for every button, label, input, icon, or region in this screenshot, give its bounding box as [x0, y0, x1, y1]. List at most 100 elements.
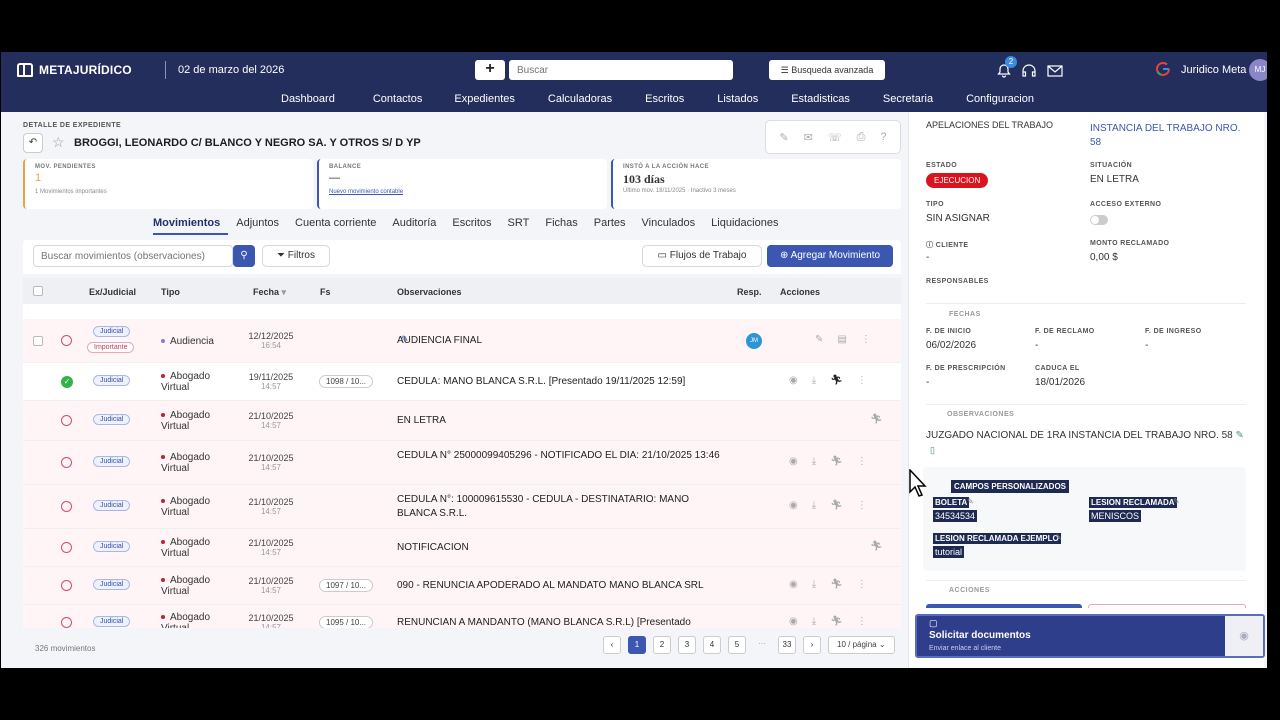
- action-button-primary[interactable]: [926, 604, 1082, 608]
- card-inactivity[interactable]: INSTÓ A LA ACCIÓN HACE 103 días Último m…: [611, 159, 901, 209]
- workflows-button[interactable]: ▭ Flujos de Trabajo: [642, 245, 762, 267]
- eye-icon[interactable]: ◉: [789, 500, 798, 511]
- external-access-toggle[interactable]: [1090, 215, 1108, 225]
- headset-icon[interactable]: [1021, 64, 1037, 78]
- tab-auditoria[interactable]: Auditoría: [392, 217, 444, 235]
- nav-expedientes[interactable]: Expedientes: [454, 93, 515, 105]
- observacion-text[interactable]: CEDULA N°: 100009615530 - CEDULA - DESTI…: [397, 493, 727, 521]
- add-plus-button[interactable]: +: [475, 60, 505, 80]
- edit-icon[interactable]: ✎: [1236, 430, 1244, 441]
- page-1[interactable]: 1: [628, 636, 646, 654]
- page-2[interactable]: 2: [653, 636, 671, 654]
- col-observaciones[interactable]: Observaciones: [397, 287, 462, 297]
- add-movement-button[interactable]: ⊕ Agregar Movimiento: [767, 245, 893, 267]
- edit-icon[interactable]: ✎: [779, 131, 788, 144]
- observacion-text[interactable]: NOTIFICACION: [397, 541, 727, 555]
- eye-icon[interactable]: ◉: [789, 579, 798, 590]
- search-button[interactable]: ⚲: [233, 245, 255, 267]
- table-row[interactable]: Judicial Importante Audiencia 12/12/2025 16:…: [23, 319, 901, 363]
- nav-escritos[interactable]: Escritos: [645, 93, 684, 105]
- back-button[interactable]: ↶: [23, 133, 43, 153]
- eye-icon[interactable]: ◉: [1225, 616, 1263, 656]
- download-icon[interactable]: ⤓: [812, 579, 816, 590]
- edit-icon[interactable]: ✎: [1173, 497, 1180, 506]
- table-row[interactable]: Judicial Abogado Virtual 21/10/2025 14:57 NO…: [23, 529, 901, 567]
- edit-icon[interactable]: ✎: [815, 334, 823, 345]
- tab-movimientos[interactable]: Movimientos: [153, 217, 229, 235]
- next-page-button[interactable]: ›: [803, 636, 821, 654]
- filters-button[interactable]: ⏷ Filtros: [262, 245, 330, 267]
- observacion-text[interactable]: AUDIENCIA FINAL: [397, 334, 727, 348]
- tab-escritos[interactable]: Escritos: [452, 217, 499, 235]
- col-fs[interactable]: Fs: [320, 287, 331, 297]
- tab-liquidaciones[interactable]: Liquidaciones: [711, 217, 786, 235]
- observacion-text[interactable]: CEDULA N° 25000099405296 - NOTIFICADO EL…: [397, 449, 727, 463]
- table-row[interactable]: Judicial Abogado Virtual 21/10/202514:57 10…: [23, 605, 901, 628]
- note-icon[interactable]: ▤: [837, 334, 846, 345]
- nav-listados[interactable]: Listados: [717, 93, 758, 105]
- phone-icon[interactable]: ☏: [828, 131, 842, 144]
- user-avatar[interactable]: MJ: [1249, 59, 1267, 81]
- select-all-checkbox[interactable]: [33, 286, 43, 296]
- movements-search-input[interactable]: [33, 245, 233, 267]
- nav-calculadoras[interactable]: Calculadoras: [548, 93, 612, 105]
- google-icon[interactable]: [1155, 61, 1171, 77]
- user-name[interactable]: Juridico Meta: [1181, 64, 1246, 76]
- more-icon[interactable]: ⋮: [857, 456, 867, 467]
- col-ex-judicial[interactable]: Ex/Judicial: [89, 287, 136, 297]
- page-5[interactable]: 5: [728, 636, 746, 654]
- nav-dashboard[interactable]: Dashboard: [281, 93, 335, 105]
- page-ellipsis[interactable]: ···: [753, 636, 771, 654]
- more-icon[interactable]: ⋮: [857, 500, 867, 511]
- fs-badge[interactable]: 1095 / 10...: [319, 616, 374, 628]
- running-person-icon[interactable]: 🏃︎: [870, 541, 883, 552]
- advanced-search-button[interactable]: ☰ Busqueda avanzada: [769, 60, 885, 80]
- action-button-secondary[interactable]: [1088, 604, 1246, 608]
- observacion-text[interactable]: 090 - RENUNCIA APODERADO AL MANDATO MANO…: [397, 579, 727, 593]
- responsible-avatar[interactable]: JM: [746, 333, 762, 349]
- tab-srt[interactable]: SRT: [508, 217, 538, 235]
- nav-contactos[interactable]: Contactos: [373, 93, 423, 105]
- help-icon[interactable]: ?: [880, 131, 886, 143]
- row-checkbox[interactable]: [33, 336, 43, 346]
- download-icon[interactable]: ⤓: [812, 456, 816, 467]
- pdf-icon[interactable]: ⎙: [857, 131, 866, 144]
- nav-configuracion[interactable]: Configuracion: [966, 93, 1034, 105]
- more-icon[interactable]: ⋮: [857, 375, 867, 386]
- table-row[interactable]: Judicial Abogado Virtual 21/10/2025 14:57 CE…: [23, 441, 901, 485]
- new-accounting-link[interactable]: Nuevo movimiento contable: [329, 189, 597, 195]
- edit-icon[interactable]: ✎: [401, 334, 409, 345]
- table-row[interactable]: ✓ Judicial Abogado Virtual 19/11/2025 14:57 1…: [23, 363, 901, 401]
- observacion-text[interactable]: EN LETRA: [397, 414, 727, 428]
- table-row[interactable]: Judicial Abogado Virtual 21/10/2025 14:57 EN…: [23, 401, 901, 441]
- edit-icon[interactable]: ✎: [1055, 533, 1062, 542]
- running-person-icon[interactable]: 🏃︎: [830, 456, 843, 467]
- running-person-icon[interactable]: 🏃︎: [830, 579, 843, 590]
- global-search-input[interactable]: [509, 60, 733, 80]
- running-person-icon[interactable]: 🏃︎: [870, 414, 883, 425]
- page-size-select[interactable]: 10 / página ⌄: [828, 636, 895, 654]
- card-pending[interactable]: MOV. PENDIENTES 1 1 Movimientos importan…: [23, 159, 313, 209]
- running-person-icon[interactable]: 🏃︎: [830, 375, 843, 386]
- favorite-star-icon[interactable]: ☆: [52, 134, 65, 151]
- col-tipo[interactable]: Tipo: [161, 287, 180, 297]
- download-icon[interactable]: ⤓: [812, 375, 816, 386]
- tab-adjuntos[interactable]: Adjuntos: [236, 217, 287, 235]
- more-icon[interactable]: ⋮: [861, 334, 871, 345]
- running-person-icon[interactable]: 🏃︎: [830, 616, 843, 627]
- brand-logo[interactable]: METAJURÍDICO: [17, 63, 132, 77]
- more-icon[interactable]: ⋮: [857, 616, 867, 627]
- download-icon[interactable]: ⤓: [812, 616, 816, 627]
- edit-icon[interactable]: ✎: [967, 497, 974, 506]
- request-documents-button[interactable]: ▢ Solicitar documentos Enviar enlace al …: [915, 614, 1265, 658]
- nav-secretaria[interactable]: Secretaria: [883, 93, 933, 105]
- page-33[interactable]: 33: [778, 636, 796, 654]
- nav-estadisticas[interactable]: Estadisticas: [791, 93, 850, 105]
- tab-partes[interactable]: Partes: [594, 217, 634, 235]
- observacion-text[interactable]: CEDULA: MANO BLANCA S.R.L. [Presentado 1…: [397, 375, 727, 389]
- fs-badge[interactable]: 1097 / 10...: [319, 579, 374, 592]
- tab-vinculados[interactable]: Vinculados: [642, 217, 704, 235]
- table-row[interactable]: Judicial Abogado Virtual 21/10/2025 14:57 CE…: [23, 485, 901, 529]
- eye-icon[interactable]: ◉: [789, 616, 798, 627]
- copy-icon[interactable]: ▯: [930, 445, 935, 456]
